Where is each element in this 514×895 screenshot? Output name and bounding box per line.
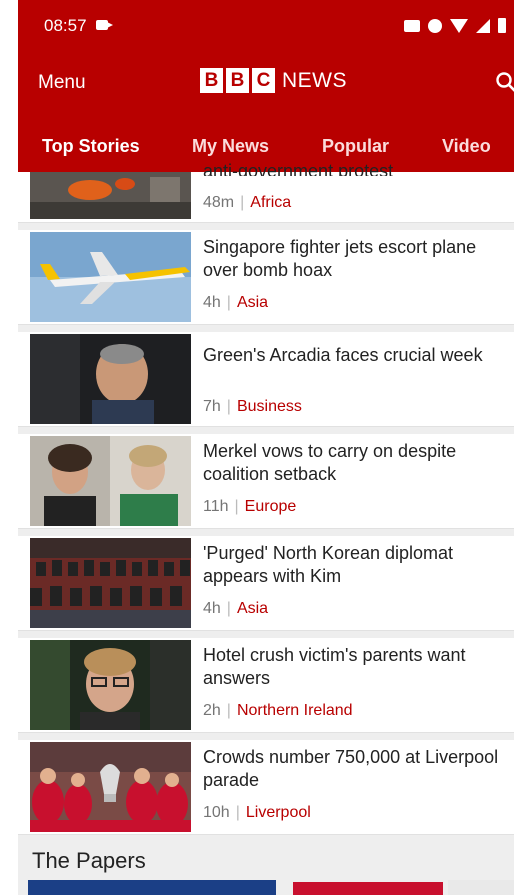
- story-card[interactable]: Crowds number 750,000 at Liverpool parad…: [18, 740, 514, 835]
- signal-icon: [476, 18, 490, 33]
- mute-icon: [428, 18, 442, 33]
- meta-separator: |: [235, 804, 240, 821]
- story-thumbnail: [30, 172, 191, 219]
- story-card[interactable]: Green's Arcadia faces crucial week 7h | Bu…: [18, 332, 514, 427]
- story-headline: Green's Arcadia faces crucial week: [203, 345, 483, 365]
- story-card[interactable]: 'Purged' North Korean diplomat appears w…: [18, 536, 514, 631]
- story-time: 4h: [203, 294, 221, 311]
- search-icon[interactable]: [494, 70, 514, 94]
- story-category[interactable]: Business: [237, 398, 302, 415]
- status-icons: [404, 18, 506, 33]
- story-meta: 2h | Northern Ireland: [203, 702, 353, 720]
- story-card[interactable]: Singapore fighter jets escort plane over…: [18, 230, 514, 325]
- story-card[interactable]: anti-government protest 48m | Africa: [18, 161, 514, 223]
- meta-separator: |: [226, 398, 231, 415]
- story-thumbnail: [30, 640, 191, 730]
- story-category[interactable]: Europe: [245, 498, 297, 515]
- meta-separator: |: [226, 600, 231, 617]
- story-headline: Hotel crush victim's parents want answer…: [203, 645, 466, 688]
- story-category[interactable]: Asia: [237, 294, 268, 311]
- story-category[interactable]: Africa: [250, 194, 291, 211]
- tab-popular[interactable]: Popular: [322, 136, 389, 157]
- story-time: 2h: [203, 702, 221, 719]
- story-card[interactable]: Merkel vows to carry on despite coalitio…: [18, 434, 514, 529]
- bbc-news-logo[interactable]: B B C NEWS: [200, 68, 347, 93]
- story-time: 11h: [203, 498, 229, 515]
- app-frame: 08:57 Menu B B C NEWS Top Stories My New…: [18, 0, 514, 895]
- logo-letter: B: [226, 68, 249, 93]
- story-meta: 4h | Asia: [203, 294, 268, 312]
- cast-icon: [404, 19, 420, 32]
- story-thumbnail: [30, 334, 191, 424]
- story-time: 7h: [203, 398, 221, 415]
- story-meta: 11h | Europe: [203, 498, 296, 516]
- status-time: 08:57: [44, 16, 87, 35]
- story-card[interactable]: Hotel crush victim's parents want answer…: [18, 638, 514, 733]
- papers-title: The Papers: [32, 848, 146, 873]
- battery-icon: [498, 18, 506, 33]
- story-meta: 7h | Business: [203, 398, 302, 416]
- status-bar: 08:57: [18, 0, 514, 52]
- logo-letter: B: [200, 68, 223, 93]
- menu-button[interactable]: Menu: [38, 72, 86, 94]
- app-header: Menu B B C NEWS: [18, 52, 514, 116]
- story-category[interactable]: Northern Ireland: [237, 702, 353, 719]
- camera-icon: [96, 20, 113, 30]
- story-headline: Singapore fighter jets escort plane over…: [203, 237, 477, 280]
- papers-preview[interactable]: [18, 880, 514, 895]
- story-headline: 'Purged' North Korean diplomat appears w…: [203, 543, 454, 586]
- wifi-icon: [450, 18, 468, 33]
- story-time: 4h: [203, 600, 221, 617]
- papers-section: The Papers: [18, 836, 514, 880]
- story-meta: 10h | Liverpool: [203, 804, 311, 822]
- story-category[interactable]: Asia: [237, 600, 268, 617]
- tab-my-news[interactable]: My News: [192, 136, 269, 157]
- tab-top-stories[interactable]: Top Stories: [42, 136, 140, 157]
- meta-separator: |: [234, 498, 239, 515]
- story-headline: Merkel vows to carry on despite coalitio…: [203, 441, 457, 484]
- meta-separator: |: [226, 702, 231, 719]
- story-thumbnail: [30, 436, 191, 526]
- story-headline: Crowds number 750,000 at Liverpool parad…: [203, 747, 499, 790]
- story-thumbnail: [30, 538, 191, 628]
- meta-separator: |: [226, 294, 231, 311]
- story-category[interactable]: Liverpool: [246, 804, 311, 821]
- story-time: 48m: [203, 194, 235, 211]
- tab-video[interactable]: Video: [442, 136, 491, 157]
- meta-separator: |: [240, 194, 245, 211]
- story-meta: 48m | Africa: [203, 194, 291, 212]
- story-meta: 4h | Asia: [203, 600, 268, 618]
- story-time: 10h: [203, 804, 230, 821]
- story-thumbnail: [30, 742, 191, 832]
- story-thumbnail: [30, 232, 191, 322]
- story-headline: anti-government protest: [203, 161, 394, 176]
- logo-letter: C: [252, 68, 275, 93]
- logo-news: NEWS: [282, 68, 347, 92]
